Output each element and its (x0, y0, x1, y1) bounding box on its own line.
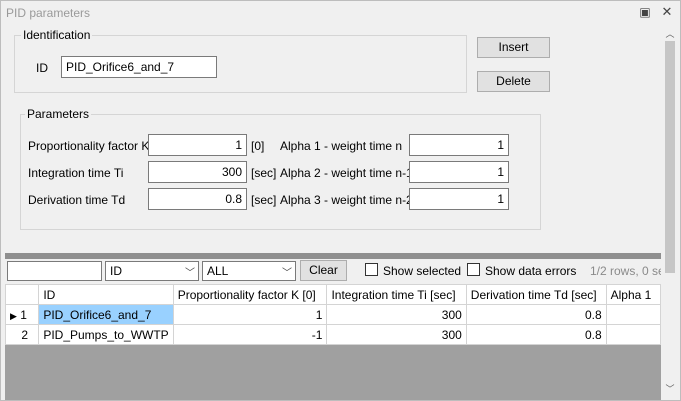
parameters-legend: Parameters (25, 107, 92, 121)
delete-button[interactable]: Delete (477, 71, 550, 92)
id-label: ID (36, 61, 48, 75)
ti-field[interactable]: 300 (148, 161, 247, 183)
table-cell[interactable]: PID_Orifice6_and_7 (38, 304, 174, 325)
show-errors-label[interactable]: Show data errors (485, 264, 576, 278)
filter-toolbar: ID ﹀ ALL ﹀ Clear Show selected Show data… (5, 259, 661, 283)
table-cell[interactable]: -1 (172, 324, 328, 345)
row-status: 1/2 rows, 0 sele (590, 264, 661, 278)
alpha2-field[interactable]: 1 (409, 161, 509, 183)
alpha1-label: Alpha 1 - weight time n (280, 139, 403, 153)
table-cell[interactable]: 300 (326, 304, 467, 325)
chevron-down-icon: ﹀ (185, 268, 195, 279)
td-unit: [sec] (251, 193, 277, 207)
k-unit: [0] (251, 139, 265, 153)
title-bar: PID parameters ▣ ✕ (1, 1, 680, 25)
scroll-thumb[interactable] (665, 41, 675, 273)
row-header[interactable]: ▶ 1 (5, 304, 40, 325)
table-cell[interactable]: PID_Pumps_to_WWTP (38, 324, 174, 345)
column-header[interactable]: Integration time Ti [sec] (326, 284, 467, 305)
table-cell[interactable]: 300 (326, 324, 467, 345)
table-cell[interactable]: 0.8 (465, 304, 607, 325)
close-icon[interactable]: ✕ (659, 4, 675, 20)
alpha3-field[interactable]: 1 (409, 188, 509, 210)
row-number: 2 (21, 327, 29, 342)
data-grid: ID Proportionality factor K [0] Integrat… (5, 284, 661, 400)
chevron-down-icon: ﹀ (282, 268, 292, 279)
search-input[interactable] (7, 261, 102, 281)
alpha2-label: Alpha 2 - weight time n-1 (280, 166, 413, 180)
column-header[interactable]: Proportionality factor K [0] (172, 284, 328, 305)
restore-icon[interactable]: ▣ (637, 4, 653, 20)
ti-unit: [sec] (251, 166, 277, 180)
scroll-down-icon[interactable]: ﹀ (665, 384, 675, 394)
k-label: Proportionality factor K (28, 139, 150, 153)
scroll-up-icon[interactable]: ︿ (665, 29, 675, 39)
show-selected-checkbox[interactable] (365, 263, 378, 276)
k-field[interactable]: 1 (148, 134, 247, 156)
vertical-scrollbar[interactable]: ︿ ﹀ (661, 25, 679, 400)
mode-select-value: ALL (207, 264, 229, 278)
table-cell[interactable] (605, 324, 661, 345)
column-header[interactable]: ID (38, 284, 174, 305)
corner-cell[interactable] (5, 284, 40, 305)
mode-select[interactable]: ALL ﹀ (202, 261, 296, 281)
alpha3-label: Alpha 3 - weight time n-2 (280, 193, 413, 207)
row-number: 1 (20, 307, 27, 322)
table-cell[interactable]: 1 (172, 304, 328, 325)
td-label: Derivation time Td (28, 193, 126, 207)
column-header[interactable]: Alpha 1 (605, 284, 661, 305)
td-field[interactable]: 0.8 (148, 188, 247, 210)
pid-parameters-window: PID parameters ▣ ✕ Identification ID PID… (0, 0, 681, 401)
table-row[interactable]: ▶ 1 PID_Orifice6_and_7 1 300 0.8 (5, 304, 661, 325)
ti-label: Integration time Ti (28, 166, 124, 180)
column-header[interactable]: Derivation time Td [sec] (465, 284, 607, 305)
table-header-row: ID Proportionality factor K [0] Integrat… (5, 284, 661, 305)
current-row-icon: ▶ (10, 310, 17, 321)
alpha1-field[interactable]: 1 (409, 134, 509, 156)
row-header[interactable]: 2 (5, 324, 40, 345)
window-title: PID parameters (6, 6, 91, 20)
column-select-value: ID (110, 264, 122, 278)
params-table: ID Proportionality factor K [0] Integrat… (5, 284, 661, 345)
id-field[interactable]: PID_Orifice6_and_7 (61, 56, 217, 78)
clear-button[interactable]: Clear (300, 260, 347, 281)
table-row[interactable]: 2 PID_Pumps_to_WWTP -1 300 0.8 (5, 324, 661, 345)
show-selected-label[interactable]: Show selected (383, 264, 461, 278)
show-errors-checkbox[interactable] (467, 263, 480, 276)
identification-legend: Identification (21, 28, 93, 42)
table-cell[interactable]: 0.8 (465, 324, 607, 345)
insert-button[interactable]: Insert (477, 37, 550, 58)
table-cell[interactable] (605, 304, 661, 325)
column-select[interactable]: ID ﹀ (105, 261, 199, 281)
